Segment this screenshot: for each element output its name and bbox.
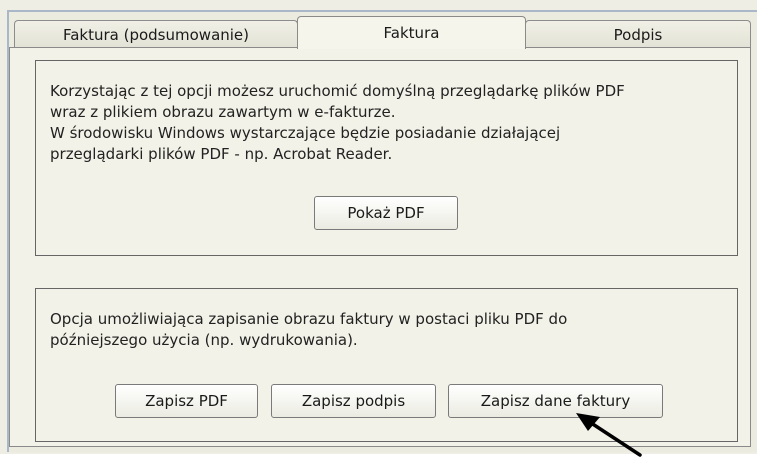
tab-podpis[interactable]: Podpis [525, 20, 751, 48]
save-signature-button[interactable]: Zapisz podpis [271, 384, 436, 418]
tab-label: Faktura (podsumowanie) [62, 25, 250, 44]
description-line: przeglądarki plików PDF - np. Acrobat Re… [50, 145, 393, 163]
tab-panel-faktura: Korzystając z tej opcji możesz uruchomić… [9, 47, 751, 447]
description-line: wraz z plikiem obrazu zawartym w e-faktu… [50, 103, 396, 121]
pdf-save-description: Opcja umożliwiająca zapisanie obrazu fak… [50, 309, 567, 351]
pdf-view-group: Korzystając z tej opcji możesz uruchomić… [35, 60, 738, 256]
window: Faktura (podsumowanie) Faktura Podpis Ko… [0, 0, 757, 457]
description-line: Korzystając z tej opcji możesz uruchomić… [50, 82, 625, 100]
arrow-pointer-icon [576, 413, 642, 457]
description-line: W środowisku Windows wystarczające będzi… [50, 124, 561, 142]
tab-label: Podpis [613, 25, 663, 44]
pdf-view-description: Korzystając z tej opcji możesz uruchomić… [50, 81, 625, 165]
tab-faktura[interactable]: Faktura [297, 16, 526, 49]
tab-faktura-podsumowanie[interactable]: Faktura (podsumowanie) [14, 20, 298, 48]
description-line: Opcja umożliwiająca zapisanie obrazu fak… [50, 310, 568, 328]
save-pdf-button[interactable]: Zapisz PDF [115, 384, 258, 418]
show-pdf-button[interactable]: Pokaż PDF [314, 196, 458, 230]
tab-label: Faktura [383, 24, 440, 42]
description-line: późniejszego użycia (np. wydrukowania). [50, 331, 358, 349]
